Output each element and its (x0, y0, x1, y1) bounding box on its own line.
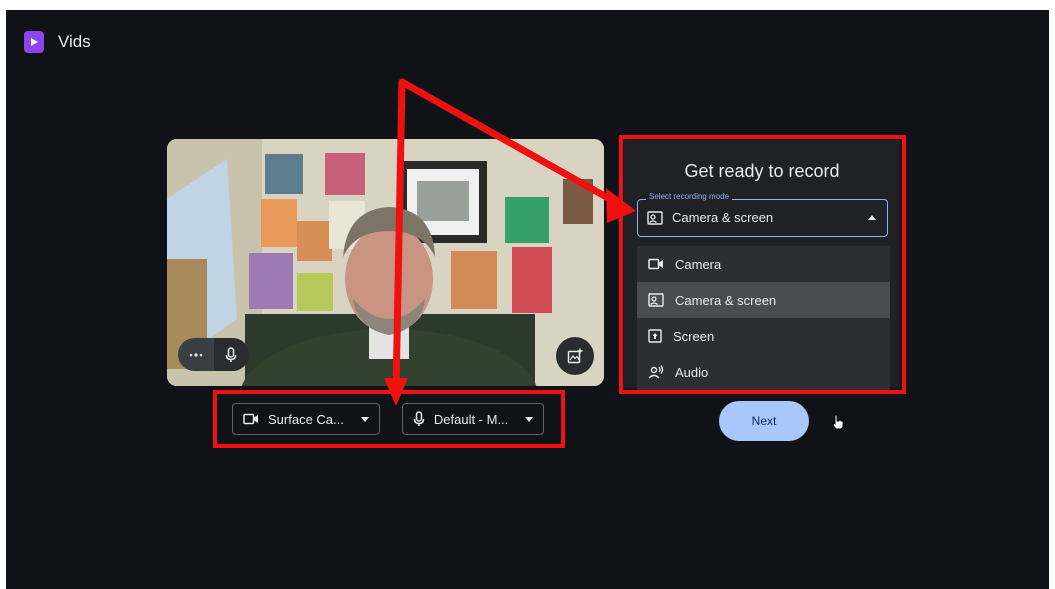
annotation-arrow-line (392, 78, 619, 392)
annotation-arrows (384, 78, 636, 406)
arrow-head-down-icon (384, 378, 408, 406)
app-window: Vids Surface Ca... Default - M... Get re… (6, 10, 1049, 589)
arrow-head-right-icon (606, 188, 636, 223)
